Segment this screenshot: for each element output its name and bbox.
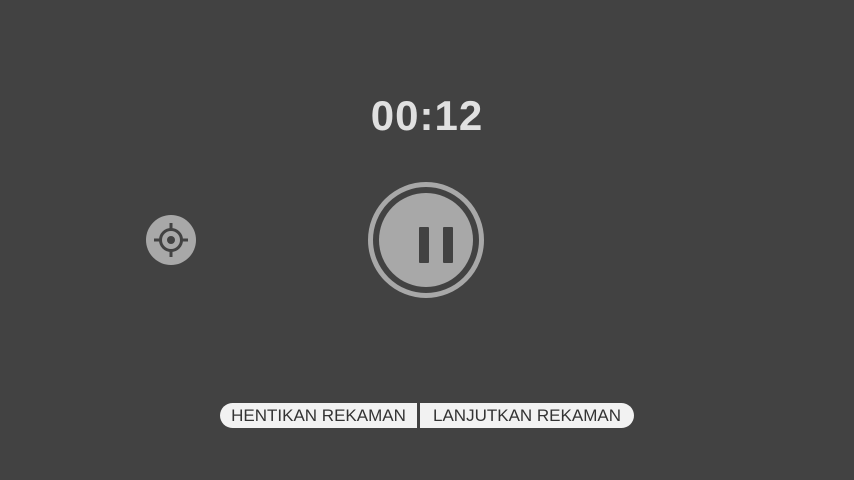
- locate-button[interactable]: [146, 215, 196, 265]
- crosshair-icon: [154, 223, 188, 257]
- pause-icon: [379, 193, 473, 287]
- resume-recording-button[interactable]: LANJUTKAN REKAMAN: [420, 403, 634, 428]
- recording-actions: HENTIKAN REKAMAN LANJUTKAN REKAMAN: [220, 403, 634, 428]
- elapsed-time: 00:12: [370, 92, 484, 139]
- pause-button[interactable]: [368, 182, 484, 298]
- stop-recording-button[interactable]: HENTIKAN REKAMAN: [220, 403, 417, 428]
